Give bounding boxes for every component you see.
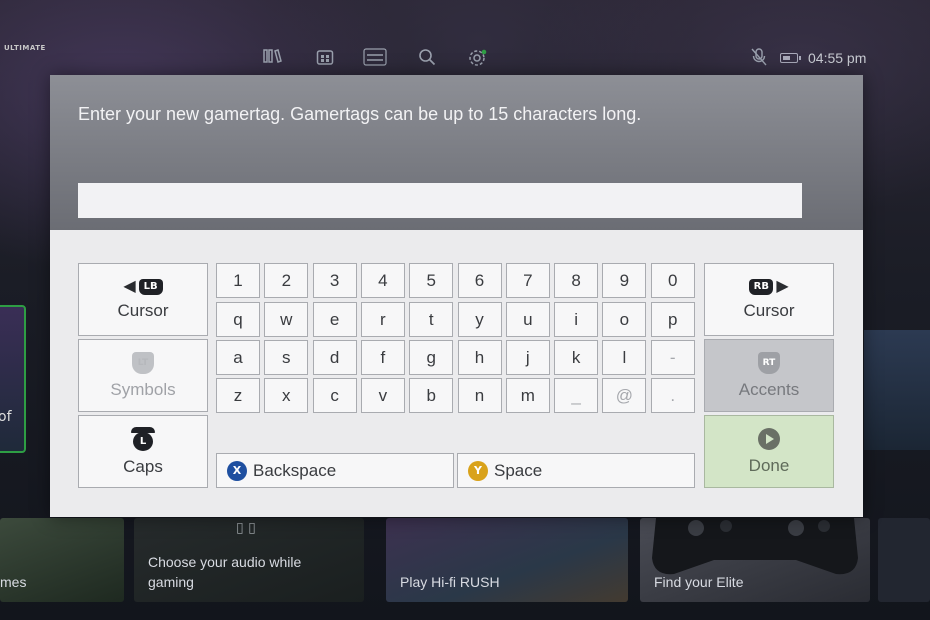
key-9[interactable]: 9	[602, 263, 647, 298]
key-x[interactable]: x	[264, 378, 309, 413]
key-_[interactable]: _	[554, 378, 599, 413]
tile-games[interactable]: mes	[0, 518, 124, 602]
lt-trigger-icon: LT	[132, 351, 154, 374]
gamertag-input[interactable]	[78, 183, 802, 218]
rt-trigger-icon: RT	[758, 351, 780, 374]
key-u[interactable]: u	[505, 302, 550, 337]
key-6[interactable]: 6	[457, 263, 502, 298]
key-i[interactable]: i	[554, 302, 599, 337]
symbols-key[interactable]: LT Symbols	[78, 339, 208, 412]
key-@[interactable]: @	[602, 378, 647, 413]
cursor-right-key[interactable]: RB ▶ Cursor	[704, 263, 834, 336]
key-j[interactable]: j	[505, 340, 550, 375]
key-y[interactable]: y	[457, 302, 502, 337]
backspace-key[interactable]: X Backspace	[216, 453, 454, 488]
key-t[interactable]: t	[409, 302, 454, 337]
key-g[interactable]: g	[409, 340, 454, 375]
key-w[interactable]: w	[264, 302, 309, 337]
left-stick-icon: L	[128, 426, 158, 451]
key--[interactable]: -	[650, 340, 695, 375]
key-label: Caps	[123, 456, 163, 476]
rb-bumper-icon: RB ▶	[749, 278, 789, 295]
key-b[interactable]: b	[409, 378, 454, 413]
space-key[interactable]: Y Space	[457, 453, 695, 488]
game-pass-ultimate-badge: ULTIMATE	[4, 44, 46, 52]
key-label: Space	[494, 460, 543, 480]
tile-label: Play Hi-fi RUSH	[400, 574, 500, 590]
tile-right-partial[interactable]	[878, 518, 930, 602]
prompt-text: Enter your new gamertag. Gamertags can b…	[78, 104, 642, 124]
key-label: Cursor	[743, 300, 795, 320]
key-n[interactable]: n	[457, 378, 502, 413]
key-e[interactable]: e	[312, 302, 357, 337]
controller-icon	[652, 518, 858, 575]
cursor-left-key[interactable]: ◀ LB Cursor	[78, 263, 208, 336]
key-5[interactable]: 5	[409, 263, 454, 298]
key-3[interactable]: 3	[312, 263, 357, 298]
key-label: Symbols	[110, 379, 176, 399]
key-4[interactable]: 4	[360, 263, 405, 298]
key-o[interactable]: o	[602, 302, 647, 337]
headphones-icon: ▯ ▯	[236, 520, 256, 536]
side-tile-left[interactable]: of	[0, 305, 26, 453]
key-d[interactable]: d	[312, 340, 357, 375]
dialog-header: Enter your new gamertag. Gamertags can b…	[50, 75, 863, 230]
key-l[interactable]: l	[602, 340, 647, 375]
battery-icon	[780, 53, 801, 63]
menu-button-icon	[758, 427, 780, 450]
game-pass-icon[interactable]	[362, 48, 388, 68]
tile-label: mes	[0, 574, 27, 590]
key-label: Done	[748, 455, 790, 475]
x-button-icon: X	[227, 460, 247, 481]
side-tile-right[interactable]	[864, 330, 930, 450]
key-f[interactable]: f	[360, 340, 405, 375]
tile-label: Choose your audio while gaming	[148, 554, 302, 590]
key-h[interactable]: h	[457, 340, 502, 375]
key-7[interactable]: 7	[505, 263, 550, 298]
key-z[interactable]: z	[216, 378, 260, 413]
lb-bumper-icon: ◀ LB	[123, 278, 163, 295]
accents-key[interactable]: RT Accents	[704, 339, 834, 412]
library-icon[interactable]	[262, 48, 284, 68]
done-key[interactable]: Done	[704, 415, 834, 488]
key-r[interactable]: r	[360, 302, 405, 337]
key-0[interactable]: 0	[650, 263, 695, 298]
key-p[interactable]: p	[650, 302, 695, 337]
clock: 04:55 pm	[808, 50, 867, 66]
key-c[interactable]: c	[312, 378, 357, 413]
store-icon[interactable]	[314, 48, 336, 68]
tile-audio-promo[interactable]: ▯ ▯ Choose your audio while gaming	[134, 518, 364, 602]
y-button-icon: Y	[468, 460, 488, 481]
key-s[interactable]: s	[264, 340, 309, 375]
gamertag-keyboard-dialog: Enter your new gamertag. Gamertags can b…	[50, 75, 863, 517]
key-8[interactable]: 8	[554, 263, 599, 298]
key-a[interactable]: a	[216, 340, 260, 375]
key-1[interactable]: 1	[216, 263, 260, 298]
key-k[interactable]: k	[554, 340, 599, 375]
key-2[interactable]: 2	[264, 263, 309, 298]
tile-label: of	[0, 409, 12, 425]
key-label: Accents	[738, 379, 800, 399]
key-.[interactable]: .	[650, 378, 695, 413]
mic-muted-icon	[748, 48, 770, 68]
key-m[interactable]: m	[505, 378, 550, 413]
search-icon[interactable]	[416, 48, 438, 68]
key-v[interactable]: v	[360, 378, 405, 413]
tile-hifi-rush[interactable]: Play Hi-fi RUSH	[386, 518, 628, 602]
settings-icon[interactable]	[466, 48, 488, 68]
caps-key[interactable]: L Caps	[78, 415, 208, 488]
tile-elite-controller[interactable]: Find your Elite	[640, 518, 870, 602]
key-q[interactable]: q	[216, 302, 260, 337]
key-label: Cursor	[117, 300, 169, 320]
key-label: Backspace	[253, 460, 337, 480]
tile-label: Find your Elite	[654, 574, 744, 590]
